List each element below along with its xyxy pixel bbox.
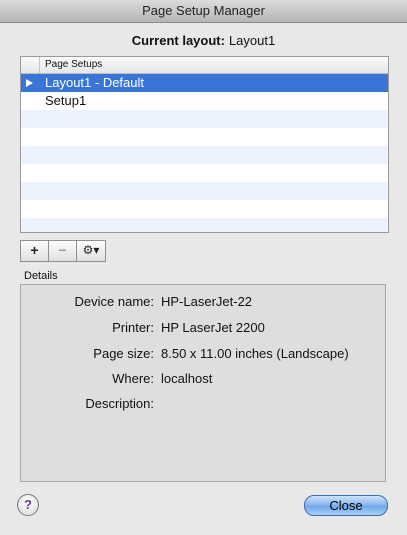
detail-label: Device name: xyxy=(74,294,154,309)
list-empty-row xyxy=(21,182,388,200)
detail-label: Printer: xyxy=(112,320,154,335)
details-panel: Device name: HP-LaserJet-22 Printer: HP … xyxy=(20,284,386,482)
add-button[interactable]: + xyxy=(20,240,48,262)
list-toolbar: + − ⚙▾ xyxy=(20,240,106,262)
list-empty-row xyxy=(21,146,388,164)
list-item-label: Setup1 xyxy=(45,93,87,108)
detail-value: HP-LaserJet-22 xyxy=(161,294,253,309)
gear-icon: ⚙▾ xyxy=(82,243,100,257)
detail-value: 8.50 x 11.00 inches (Landscape) xyxy=(161,346,349,361)
list-column-header[interactable]: Page Setups xyxy=(21,57,388,74)
list-empty-row xyxy=(21,110,388,128)
window-title: Page Setup Manager xyxy=(0,0,407,23)
detail-value: localhost xyxy=(161,371,213,386)
detail-page-size: Page size: 8.50 x 11.00 inches (Landscap… xyxy=(21,345,387,363)
current-layout-label: Current layout: xyxy=(131,33,225,48)
detail-description: Description: xyxy=(21,395,387,413)
detail-label: Description: xyxy=(85,396,154,411)
close-button[interactable]: Close xyxy=(304,495,388,516)
detail-value: HP LaserJet 2200 xyxy=(161,320,265,335)
list-empty-row xyxy=(21,128,388,146)
detail-printer: Printer: HP LaserJet 2200 xyxy=(21,319,387,337)
remove-button[interactable]: − xyxy=(48,240,76,262)
page-setups-list[interactable]: Page Setups Layout1 - Default Setup1 xyxy=(20,56,389,233)
list-item-label: Layout1 - Default xyxy=(45,75,145,90)
detail-device-name: Device name: HP-LaserJet-22 xyxy=(21,293,387,311)
action-menu-button[interactable]: ⚙▾ xyxy=(76,240,106,262)
details-section-label: Details xyxy=(24,270,58,282)
list-item-layout1-default[interactable]: Layout1 - Default xyxy=(21,74,388,92)
list-empty-row xyxy=(21,164,388,182)
list-empty-row xyxy=(21,218,388,232)
help-button[interactable]: ? xyxy=(17,494,39,516)
current-layout: Current layout: Layout1 xyxy=(0,33,407,48)
list-empty-row xyxy=(21,200,388,218)
list-item-setup1[interactable]: Setup1 xyxy=(21,92,388,110)
detail-where: Where: localhost xyxy=(21,370,387,388)
detail-label: Where: xyxy=(112,371,154,386)
current-indicator-icon xyxy=(26,79,33,87)
detail-label: Page size: xyxy=(93,346,154,361)
current-layout-value: Layout1 xyxy=(228,33,276,48)
